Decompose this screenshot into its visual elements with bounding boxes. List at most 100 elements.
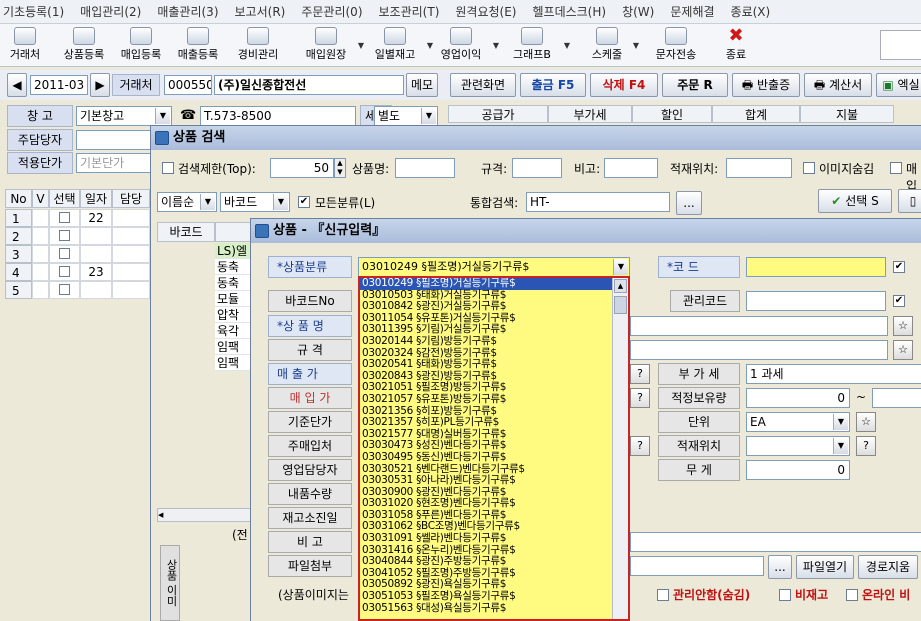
scroll-thumb[interactable] <box>614 296 627 314</box>
menu-item[interactable]: 매출관리(3) <box>157 3 218 20</box>
warehouse-select[interactable]: 기본창고 ▼ <box>76 106 172 126</box>
spec-star-button[interactable]: ☆ <box>893 340 913 360</box>
menu-item[interactable]: 원격요청(E) <box>455 3 516 20</box>
month-field[interactable]: 2011-03 <box>30 75 88 95</box>
sale-price-help-button[interactable]: ? <box>630 364 650 384</box>
grid-cell[interactable] <box>112 281 150 299</box>
buy-price-help-button[interactable]: ? <box>630 388 650 408</box>
integrated-search-field[interactable]: HT- <box>526 192 670 212</box>
loc-search-field[interactable] <box>726 158 792 178</box>
category-option[interactable]: 03020144 §기림)방등기구류$ <box>360 335 628 348</box>
search-result-row[interactable]: 임팩 <box>215 339 255 355</box>
note-search-field[interactable] <box>604 158 658 178</box>
grid-cell[interactable] <box>32 227 49 245</box>
grid-column-header[interactable]: 선택 <box>49 189 80 208</box>
menu-item[interactable]: 주문관리(0) <box>301 3 362 20</box>
category-dropdown-list[interactable]: 03010249 §필조명)거실등기구류$ 03010503 §태화)거실등기구류… <box>358 276 630 621</box>
search-result-row[interactable]: 동축 <box>215 275 255 291</box>
online-checkbox[interactable] <box>846 589 858 601</box>
file-browse-button[interactable]: ... <box>768 555 792 579</box>
limit-field[interactable]: 50 <box>270 158 334 178</box>
copy-button[interactable]: ▯ <box>898 189 921 213</box>
toolbar-profit-button[interactable]: 영업이익 ▼ <box>432 27 499 65</box>
grid-cell[interactable] <box>49 245 80 263</box>
category-option[interactable]: 03021057 §유포톤)방등기구류$ <box>360 393 628 406</box>
grid-column-header[interactable]: 담당 <box>112 189 150 208</box>
toolbar-building-button[interactable]: 거래처 <box>3 27 47 65</box>
chevron-down-icon[interactable]: ▼ <box>493 41 499 50</box>
menu-item[interactable]: 창(W) <box>622 3 654 20</box>
toolbar-purchase-button[interactable]: 매입등록 <box>115 27 167 65</box>
excel-button[interactable]: ▣ 엑실 <box>876 73 921 97</box>
summary-column-header[interactable]: 할인 <box>632 105 712 123</box>
delete-button[interactable]: 삭제 F4 <box>590 73 658 97</box>
tax-select[interactable]: 별도 ▼ <box>374 106 438 126</box>
barcode-column-header[interactable]: 바코드 <box>157 222 215 242</box>
grid-cell[interactable] <box>49 263 80 281</box>
limit-checkbox[interactable] <box>162 162 174 174</box>
row-select-checkbox[interactable] <box>59 212 70 223</box>
category-option[interactable]: 03051053 §필조명)욕실등기구류$ <box>360 590 628 603</box>
product-name-field[interactable] <box>630 316 888 336</box>
toolbar-chart-button[interactable]: 그래프B ▼ <box>503 27 570 65</box>
grid-cell[interactable]: 23 <box>80 263 112 281</box>
search-result-row[interactable]: 육각 <box>215 323 255 339</box>
applied-price-field[interactable]: 기본단가 <box>76 153 156 173</box>
spec-field[interactable] <box>630 340 888 360</box>
grid-column-header[interactable]: 일자 <box>80 189 112 208</box>
integrated-search-button[interactable]: ... <box>676 191 702 215</box>
category-option[interactable]: 03030531 §아나라)벤다등기구류$ <box>360 474 628 487</box>
mgmt-checkbox[interactable]: ✔ <box>893 295 905 307</box>
invoice-button[interactable]: 🖶 계산서 <box>804 73 872 97</box>
sort2-select[interactable]: 바코드 ▼ <box>220 192 290 212</box>
proper-stock-field[interactable]: 0 <box>746 388 850 408</box>
select-button[interactable]: ✔ 선택 S <box>818 189 892 213</box>
summary-column-header[interactable]: 공급가 <box>448 105 548 123</box>
menu-item[interactable]: 보고서(R) <box>235 3 286 20</box>
search-result-row[interactable]: 압착 <box>215 307 255 323</box>
search-hscroll[interactable]: ◀ <box>157 508 255 522</box>
grid-cell[interactable] <box>112 227 150 245</box>
grid-cell[interactable] <box>112 245 150 263</box>
toolbar-close-button[interactable]: ✖ 종료 <box>716 27 756 65</box>
summary-column-header[interactable]: 부가세 <box>548 105 632 123</box>
hide-image-checkbox[interactable] <box>803 162 815 174</box>
search-result-row[interactable]: 모듈 <box>215 291 255 307</box>
withdraw-button[interactable]: 출금 F5 <box>520 73 586 97</box>
limit-spinner[interactable]: ▲ ▼ <box>334 158 346 178</box>
vat-field[interactable]: 1 과세 <box>746 364 921 384</box>
order-button[interactable]: 주문 R <box>662 73 728 97</box>
unit-star-button[interactable]: ☆ <box>856 412 876 432</box>
location-select[interactable]: ▼ <box>746 436 850 456</box>
chevron-down-icon[interactable]: ▼ <box>358 41 364 50</box>
row-select-checkbox[interactable] <box>59 266 70 277</box>
dropdown-scrollbar[interactable]: ▲ <box>612 278 628 619</box>
manager-field[interactable] <box>76 130 156 150</box>
spec-search-field[interactable] <box>512 158 562 178</box>
category-option[interactable]: 03030495 §동신)벤다등기구류$ <box>360 451 628 464</box>
grid-column-header[interactable]: V <box>32 189 49 208</box>
hide-manage-checkbox[interactable] <box>657 589 669 601</box>
grid-cell[interactable] <box>32 263 49 281</box>
search-result-row[interactable]: 동축 <box>215 259 255 275</box>
related-screen-button[interactable]: 관련화면 <box>450 73 516 97</box>
no-stock-checkbox[interactable] <box>779 589 791 601</box>
main-buyer-help-button[interactable]: ? <box>630 436 650 456</box>
toolbar-search-box[interactable] <box>880 30 921 60</box>
menu-item[interactable]: 보조관리(T) <box>379 3 440 20</box>
toolbar-money-button[interactable]: 경비관리 <box>232 27 284 65</box>
category-option[interactable]: 03021357 §히포)PL등기구류$ <box>360 417 628 429</box>
summary-column-header[interactable]: 지불 <box>800 105 894 123</box>
name-star-button[interactable]: ☆ <box>893 316 913 336</box>
grid-cell[interactable] <box>32 209 49 227</box>
path-clear-button[interactable]: 경로지움 <box>858 555 918 579</box>
sort-select[interactable]: 이름순 ▼ <box>157 192 217 212</box>
file-open-button[interactable]: 파일열기 <box>796 555 854 579</box>
menu-item[interactable]: 매입관리(2) <box>80 3 141 20</box>
grid-cell[interactable] <box>112 263 150 281</box>
grid-cell[interactable] <box>32 245 49 263</box>
grid-cell[interactable] <box>49 281 80 299</box>
mgmt-code-field[interactable] <box>746 291 886 311</box>
note-field[interactable] <box>630 532 921 552</box>
scroll-up-icon[interactable]: ▲ <box>614 279 627 293</box>
